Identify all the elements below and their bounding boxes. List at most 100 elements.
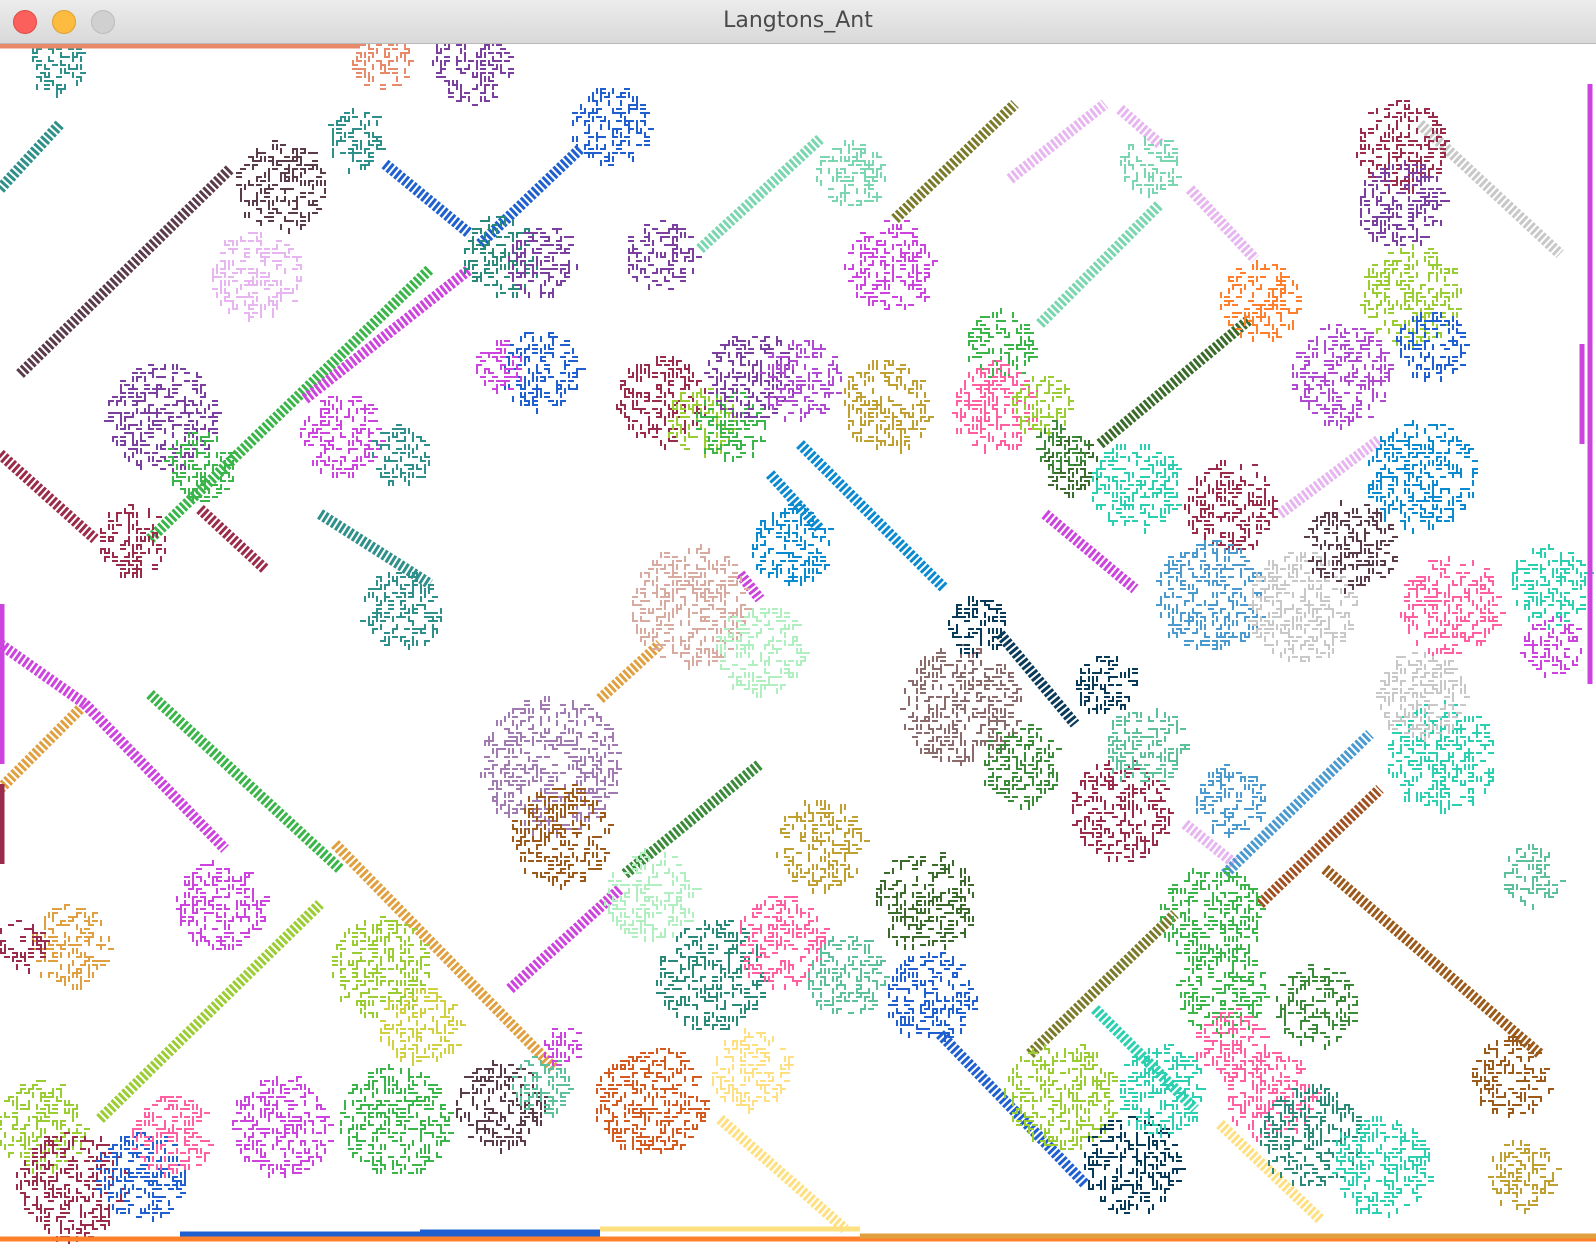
chaotic-region bbox=[752, 504, 834, 586]
chaotic-region bbox=[100, 504, 166, 578]
highway-trail bbox=[301, 264, 474, 404]
chaotic-region bbox=[352, 44, 414, 90]
chaotic-region bbox=[1292, 324, 1394, 430]
highway-trail bbox=[0, 705, 84, 793]
chaotic-region bbox=[1004, 1044, 1118, 1150]
highway-trail bbox=[735, 570, 765, 603]
highway-trail bbox=[381, 159, 474, 239]
title-bar[interactable]: Langtons_Ant bbox=[0, 0, 1596, 44]
chaotic-region bbox=[0, 1080, 90, 1174]
chaotic-region bbox=[0, 920, 50, 974]
chaotic-region bbox=[476, 340, 522, 394]
highway-trail bbox=[331, 840, 559, 1073]
chaotic-region bbox=[176, 860, 270, 950]
chaotic-region bbox=[432, 44, 514, 106]
highway-trail bbox=[1321, 864, 1544, 1059]
chaotic-region bbox=[360, 572, 442, 650]
highway-trail bbox=[596, 639, 664, 704]
chaotic-region bbox=[300, 396, 386, 478]
chaotic-region bbox=[776, 800, 870, 894]
chaotic-region bbox=[1196, 1008, 1270, 1082]
chaotic-region bbox=[616, 356, 706, 450]
chaotic-region bbox=[696, 392, 766, 462]
highway-trail bbox=[1036, 200, 1164, 328]
highway-trail bbox=[891, 100, 1019, 223]
highway-trail bbox=[1185, 185, 1260, 263]
highway-trail bbox=[1006, 99, 1109, 184]
chaotic-region bbox=[1400, 556, 1506, 658]
chaotic-region bbox=[1156, 540, 1266, 650]
ant-chaotic-regions bbox=[0, 44, 1594, 1244]
highway-trail bbox=[1041, 509, 1139, 594]
chaotic-region bbox=[508, 228, 578, 298]
highway-trail bbox=[196, 504, 269, 574]
highway-trail bbox=[506, 884, 624, 994]
langtons-ant-grid bbox=[0, 44, 1596, 1244]
highway-trail bbox=[1276, 434, 1384, 519]
chaotic-region bbox=[1504, 844, 1566, 910]
chaotic-region bbox=[1360, 244, 1462, 350]
highway-trail bbox=[716, 1114, 849, 1234]
chaotic-region bbox=[1076, 656, 1138, 714]
simulation-canvas[interactable] bbox=[0, 44, 1596, 1244]
highway-trail bbox=[1256, 785, 1384, 908]
chaotic-region bbox=[512, 784, 614, 890]
highway-trail bbox=[0, 449, 99, 544]
chaotic-region bbox=[232, 1076, 334, 1178]
chaotic-region bbox=[668, 388, 738, 458]
highway-trail bbox=[995, 630, 1080, 728]
highway-trail bbox=[1026, 910, 1179, 1058]
chaotic-region bbox=[1332, 1116, 1434, 1218]
chaotic-region bbox=[332, 916, 430, 1018]
highway-trail bbox=[81, 700, 229, 853]
chaotic-region bbox=[1120, 1044, 1206, 1138]
chaotic-region bbox=[844, 360, 934, 454]
highway-trail bbox=[796, 440, 949, 593]
chaotic-region bbox=[1084, 1116, 1186, 1214]
chaotic-region bbox=[900, 644, 1022, 766]
chaotic-region bbox=[372, 424, 430, 486]
highway-trail bbox=[936, 1030, 1089, 1188]
highway-trail bbox=[0, 120, 65, 193]
chaotic-region bbox=[888, 952, 978, 1042]
chaotic-region bbox=[1092, 444, 1182, 534]
chaotic-region bbox=[1176, 944, 1270, 1038]
chaotic-region bbox=[632, 544, 754, 670]
chaotic-region bbox=[984, 724, 1062, 810]
chaotic-region bbox=[596, 1048, 710, 1154]
chaotic-region bbox=[1120, 136, 1182, 198]
chaotic-region bbox=[1368, 420, 1478, 534]
chaotic-region bbox=[1184, 460, 1278, 550]
chaotic-region bbox=[32, 44, 86, 98]
app-window: Langtons_Ant bbox=[0, 0, 1596, 1244]
chaotic-region bbox=[716, 608, 810, 698]
chaotic-region bbox=[572, 88, 654, 166]
chaotic-region bbox=[328, 108, 386, 174]
highway-trail bbox=[0, 639, 89, 709]
chaotic-region bbox=[340, 1064, 454, 1174]
chaotic-region bbox=[876, 852, 974, 950]
chaotic-region bbox=[1196, 764, 1266, 838]
chaotic-region bbox=[236, 140, 326, 234]
chaotic-region bbox=[1072, 760, 1174, 862]
chaotic-region bbox=[1520, 616, 1582, 678]
chaotic-region bbox=[628, 220, 702, 290]
chaotic-region bbox=[380, 988, 466, 1066]
chaotic-region bbox=[968, 308, 1038, 382]
chaotic-region bbox=[1220, 260, 1302, 342]
highway-trail bbox=[1181, 819, 1239, 869]
chaotic-region bbox=[544, 1028, 582, 1066]
chaotic-region bbox=[712, 1028, 794, 1114]
highway-trail bbox=[1221, 730, 1374, 878]
highway-trail bbox=[146, 689, 344, 874]
chaotic-region bbox=[1304, 500, 1398, 594]
highway-trail bbox=[1216, 1120, 1324, 1223]
chaotic-region bbox=[212, 232, 302, 322]
highway-trail bbox=[16, 165, 234, 378]
chaotic-region bbox=[1356, 100, 1450, 194]
chaotic-region bbox=[816, 140, 886, 206]
chaotic-region bbox=[456, 1060, 550, 1154]
chaotic-region bbox=[1276, 964, 1358, 1050]
highway-trail bbox=[1096, 314, 1254, 449]
window-title: Langtons_Ant bbox=[723, 8, 873, 33]
